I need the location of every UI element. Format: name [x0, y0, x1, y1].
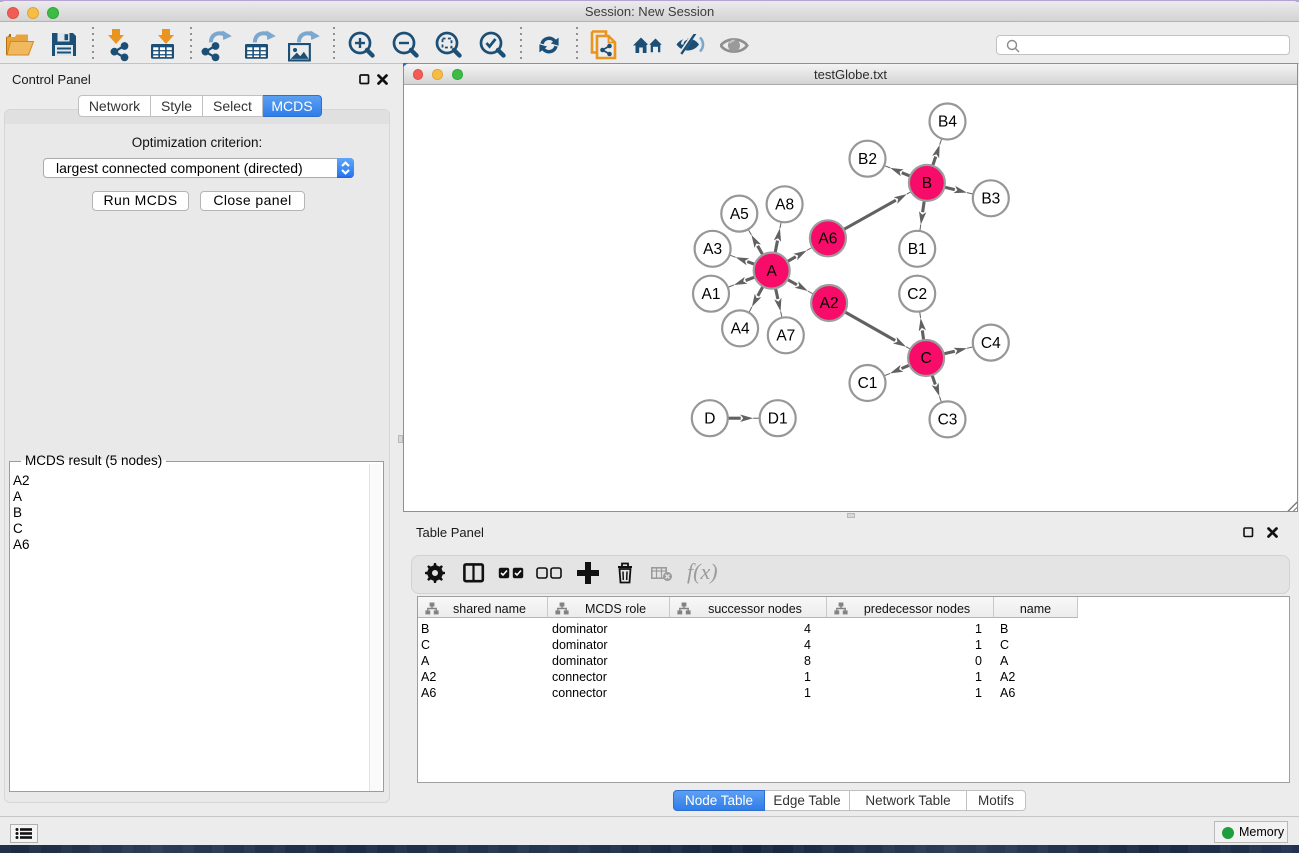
svg-text:D1: D1 — [768, 410, 788, 427]
svg-text:A1: A1 — [702, 286, 721, 303]
svg-text:B1: B1 — [908, 241, 927, 258]
svg-text:A2: A2 — [820, 295, 839, 312]
svg-text:A5: A5 — [730, 206, 749, 223]
svg-text:B3: B3 — [981, 191, 1000, 208]
svg-text:C4: C4 — [981, 335, 1001, 352]
svg-text:A8: A8 — [775, 197, 794, 214]
svg-text:A7: A7 — [776, 328, 795, 345]
svg-text:B2: B2 — [858, 151, 877, 168]
svg-text:A6: A6 — [818, 231, 837, 248]
svg-text:C2: C2 — [907, 286, 927, 303]
svg-text:A3: A3 — [703, 241, 722, 258]
svg-text:B: B — [922, 175, 932, 192]
svg-text:C: C — [920, 350, 931, 367]
svg-text:C1: C1 — [858, 375, 878, 392]
svg-text:C3: C3 — [938, 412, 958, 429]
svg-text:B4: B4 — [938, 114, 957, 131]
svg-text:D: D — [704, 410, 715, 427]
svg-text:A4: A4 — [731, 321, 750, 338]
svg-text:A: A — [767, 263, 778, 280]
